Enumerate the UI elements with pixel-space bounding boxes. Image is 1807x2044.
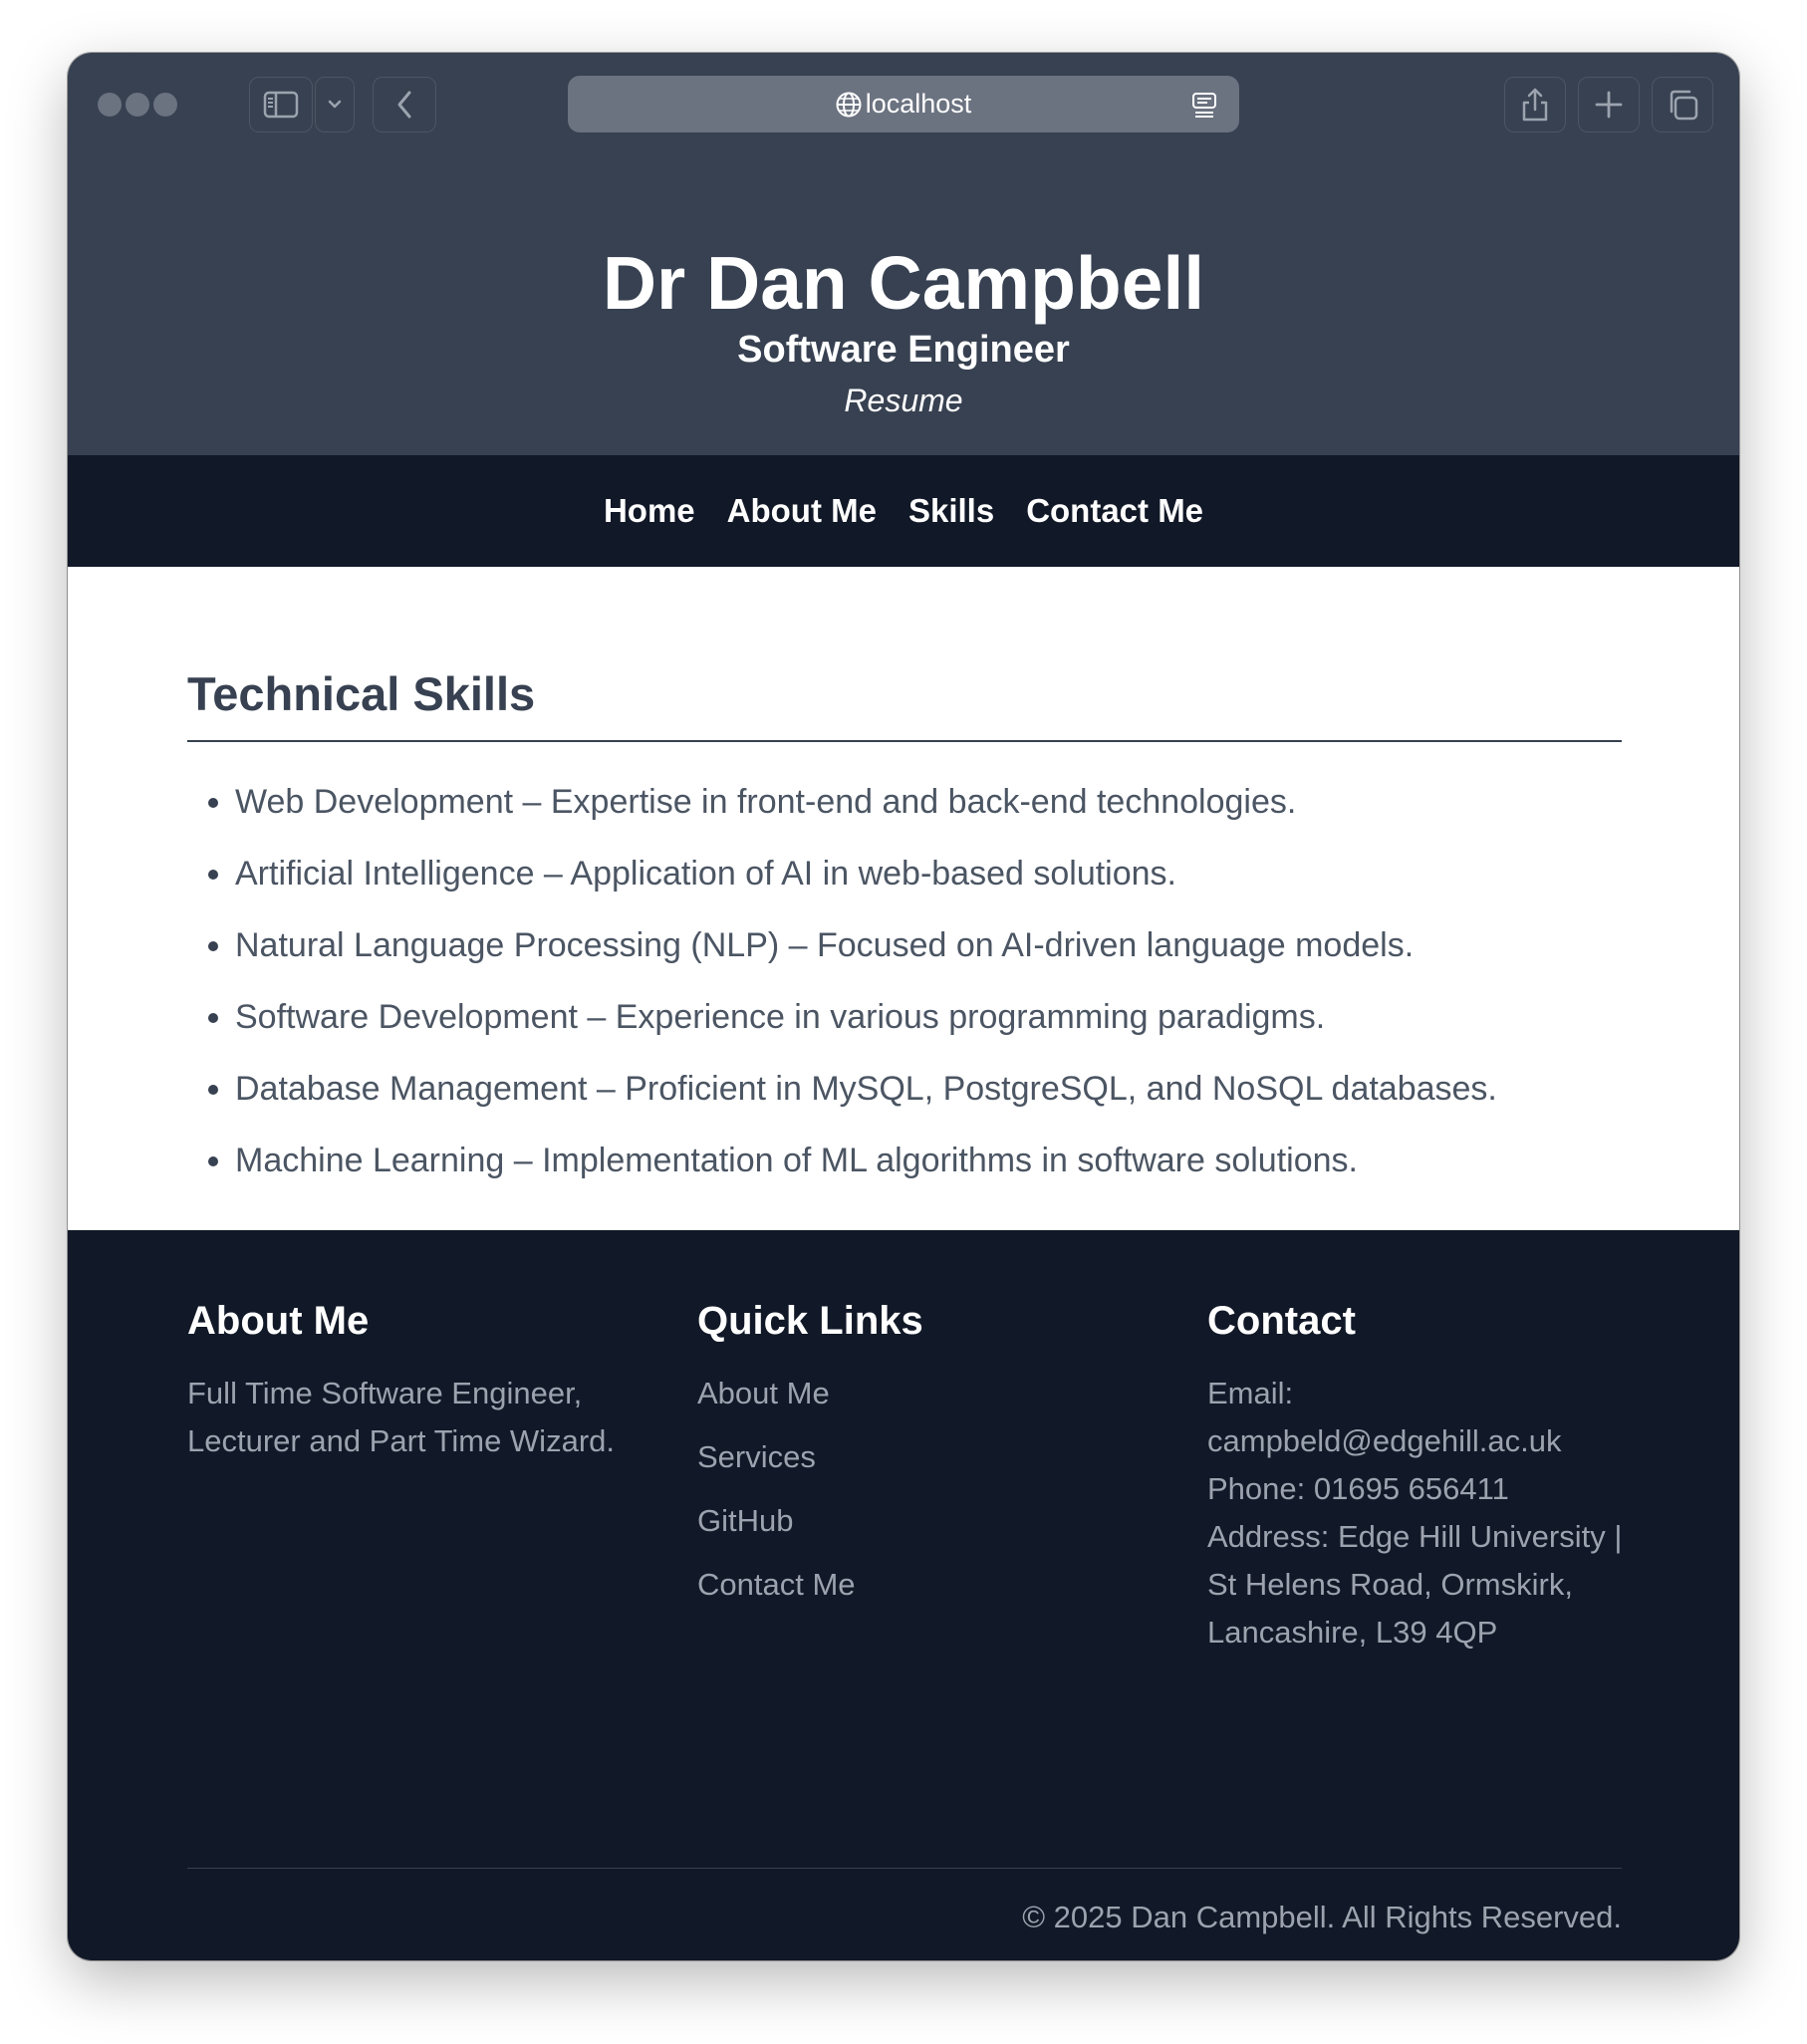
tab-overview-button[interactable] xyxy=(1652,77,1713,132)
footer-link-about-me[interactable]: About Me xyxy=(697,1362,1126,1425)
browser-toolbar: localhost xyxy=(68,53,1739,156)
sidebar-toggle-button[interactable] xyxy=(249,77,313,132)
tab-overview-icon xyxy=(1670,90,1698,121)
footer-about-text: Full Time Software Engineer, Lecturer an… xyxy=(187,1376,615,1458)
skill-item: Machine Learning – Implementation of ML … xyxy=(235,1125,1622,1196)
skills-list: Web Development – Expertise in front-end… xyxy=(187,766,1622,1196)
footer-copyright: © 2025 Dan Campbell. All Rights Reserved… xyxy=(1022,1900,1622,1934)
footer-links-heading: Quick Links xyxy=(697,1299,923,1343)
skill-item: Database Management – Proficient in MySQ… xyxy=(235,1053,1622,1125)
share-icon xyxy=(1522,88,1548,122)
footer-contact-heading: Contact xyxy=(1207,1299,1356,1343)
nav-link-home[interactable]: Home xyxy=(604,492,695,530)
zoom-window-button[interactable] xyxy=(153,93,177,117)
reader-mode-icon[interactable] xyxy=(1191,92,1217,120)
back-button[interactable] xyxy=(373,77,436,132)
footer-about: About Me Full Time Software Engineer, Le… xyxy=(187,1296,616,1465)
footer-divider xyxy=(187,1868,1622,1869)
browser-window: localhost Dr Dan Campbell Software Engin… xyxy=(68,53,1739,1960)
chevron-down-icon xyxy=(328,100,342,109)
globe-icon xyxy=(836,92,862,118)
footer-link-contact-me[interactable]: Contact Me xyxy=(697,1553,1126,1617)
plus-icon xyxy=(1595,91,1623,119)
url-text: localhost xyxy=(865,89,972,119)
footer-quick-links: Quick Links About Me Services GitHub Con… xyxy=(697,1296,1126,1617)
footer-about-heading: About Me xyxy=(187,1299,370,1343)
footer-contact-phone: Phone: 01695 656411 xyxy=(1207,1471,1509,1506)
main-nav: Home About Me Skills Contact Me xyxy=(68,455,1739,567)
site-footer: About Me Full Time Software Engineer, Le… xyxy=(68,1230,1739,1960)
site-subtitle: Software Engineer xyxy=(737,329,1070,371)
skill-item: Software Development – Experience in var… xyxy=(235,981,1622,1053)
nav-link-skills[interactable]: Skills xyxy=(908,492,994,530)
footer-contact: Contact Email: campbeld@edgehill.ac.uk P… xyxy=(1207,1296,1636,1657)
sidebar-icon xyxy=(263,91,299,119)
new-tab-button[interactable] xyxy=(1578,77,1640,132)
site-title: Dr Dan Campbell xyxy=(602,241,1205,325)
footer-link-services[interactable]: Services xyxy=(697,1425,1126,1489)
site-tagline: Resume xyxy=(844,383,963,418)
footer-link-github[interactable]: GitHub xyxy=(697,1489,1126,1553)
address-bar[interactable]: localhost xyxy=(568,76,1239,132)
main-content: Technical Skills Web Development – Exper… xyxy=(68,567,1739,1230)
footer-contact-address: Address: Edge Hill University | St Helen… xyxy=(1207,1519,1623,1650)
skill-item: Natural Language Processing (NLP) – Focu… xyxy=(235,909,1622,981)
skill-item: Web Development – Expertise in front-end… xyxy=(235,766,1622,838)
site-header: Dr Dan Campbell Software Engineer Resume xyxy=(68,156,1739,455)
skill-item: Artificial Intelligence – Application of… xyxy=(235,838,1622,909)
section-title: Technical Skills xyxy=(187,666,1622,742)
nav-link-about-me[interactable]: About Me xyxy=(727,492,877,530)
chevron-left-icon xyxy=(397,91,411,119)
nav-link-contact-me[interactable]: Contact Me xyxy=(1026,492,1203,530)
footer-contact-email: Email: campbeld@edgehill.ac.uk xyxy=(1207,1376,1562,1458)
tab-group-menu-button[interactable] xyxy=(315,77,355,132)
share-button[interactable] xyxy=(1504,77,1566,132)
close-window-button[interactable] xyxy=(98,93,122,117)
minimize-window-button[interactable] xyxy=(126,93,149,117)
